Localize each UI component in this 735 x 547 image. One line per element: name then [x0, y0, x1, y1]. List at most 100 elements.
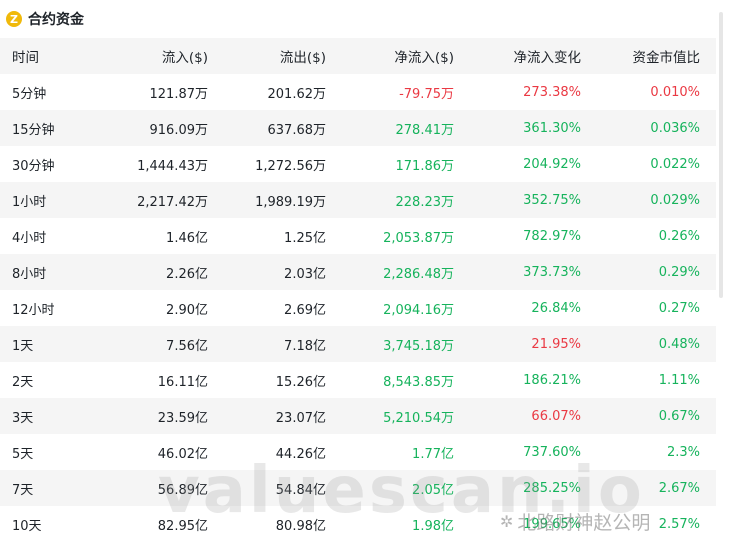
- cell-mcap-ratio: 0.010%: [650, 84, 700, 100]
- cell-inflow: 7.56亿: [166, 338, 208, 354]
- cell-outflow: 80.98亿: [275, 518, 326, 534]
- cell-net-inflow: 2,286.48万: [383, 266, 454, 282]
- cell-outflow: 2.69亿: [284, 302, 326, 318]
- column-header-inflow[interactable]: 流入($): [90, 46, 208, 66]
- cell-net-change: 361.30%: [523, 120, 581, 136]
- table-body: 5分钟 121.87万 201.62万 -79.75万 273.38% 0.010% 15分…: [0, 74, 716, 542]
- cell-inflow: 2.90亿: [166, 302, 208, 318]
- cell-mcap-ratio: 2.57%: [658, 516, 700, 532]
- cell-inflow: 46.02亿: [157, 446, 208, 462]
- cell-period: 12小时: [12, 302, 55, 318]
- cell-inflow: 56.89亿: [157, 482, 208, 498]
- cell-outflow: 2.03亿: [284, 266, 326, 282]
- table-row[interactable]: 15分钟 916.09万 637.68万 278.41万 361.30% 0.036%: [0, 110, 716, 146]
- table-row[interactable]: 5分钟 121.87万 201.62万 -79.75万 273.38% 0.010%: [0, 74, 716, 110]
- coin-logo-icon: Z: [6, 11, 22, 27]
- cell-mcap-ratio: 2.3%: [666, 444, 700, 460]
- cell-outflow: 44.26亿: [275, 446, 326, 462]
- cell-period: 4小时: [12, 230, 47, 246]
- cell-inflow: 1,444.43万: [137, 158, 208, 174]
- cell-outflow: 1,272.56万: [255, 158, 326, 174]
- section-title: 合约资金: [28, 12, 84, 28]
- table-row[interactable]: 1小时 2,217.42万 1,989.19万 228.23万 352.75% 0.029…: [0, 182, 716, 218]
- cell-outflow: 7.18亿: [284, 338, 326, 354]
- table-row[interactable]: 30分钟 1,444.43万 1,272.56万 171.86万 204.92% 0.02…: [0, 146, 716, 182]
- cell-net-change: 352.75%: [523, 192, 581, 208]
- cell-mcap-ratio: 0.022%: [650, 156, 700, 172]
- cell-mcap-ratio: 0.27%: [658, 300, 700, 316]
- column-header-time[interactable]: 时间: [0, 46, 90, 66]
- cell-net-change: 285.25%: [523, 480, 581, 496]
- column-header-net-change[interactable]: 净流入变化: [454, 46, 582, 66]
- cell-inflow: 1.46亿: [166, 230, 208, 246]
- cell-inflow: 121.87万: [149, 86, 209, 102]
- cell-period: 15分钟: [12, 122, 55, 138]
- cell-inflow: 2,217.42万: [137, 194, 208, 210]
- table-header-row: 时间 流入($) 流出($) 净流入($) 净流入变化 资金市值比: [0, 38, 716, 74]
- cell-period: 1天: [12, 338, 34, 354]
- table-row[interactable]: 3天 23.59亿 23.07亿 5,210.54万 66.07% 0.67%: [0, 398, 716, 434]
- cell-outflow: 637.68万: [267, 122, 327, 138]
- cell-period: 1小时: [12, 194, 47, 210]
- fund-flow-table: 时间 流入($) 流出($) 净流入($) 净流入变化 资金市值比 5分钟 121…: [0, 38, 716, 542]
- table-row[interactable]: 1天 7.56亿 7.18亿 3,745.18万 21.95% 0.48%: [0, 326, 716, 362]
- cell-outflow: 1.25亿: [284, 230, 326, 246]
- cell-net-change: 66.07%: [531, 408, 581, 424]
- cell-inflow: 82.95亿: [157, 518, 208, 534]
- cell-inflow: 2.26亿: [166, 266, 208, 282]
- cell-mcap-ratio: 1.11%: [658, 372, 700, 388]
- cell-net-inflow: 5,210.54万: [383, 410, 454, 426]
- cell-outflow: 15.26亿: [275, 374, 326, 390]
- cell-period: 8小时: [12, 266, 47, 282]
- cell-net-change: 373.73%: [523, 264, 581, 280]
- table-row[interactable]: 12小时 2.90亿 2.69亿 2,094.16万 26.84% 0.27%: [0, 290, 716, 326]
- cell-mcap-ratio: 0.26%: [658, 228, 700, 244]
- cell-inflow: 23.59亿: [157, 410, 208, 426]
- cell-net-inflow: 1.98亿: [412, 518, 454, 534]
- cell-period: 2天: [12, 374, 34, 390]
- cell-outflow: 201.62万: [267, 86, 327, 102]
- cell-outflow: 1,989.19万: [255, 194, 326, 210]
- cell-mcap-ratio: 0.48%: [658, 336, 700, 352]
- table-row[interactable]: 2天 16.11亿 15.26亿 8,543.85万 186.21% 1.11%: [0, 362, 716, 398]
- cell-mcap-ratio: 2.67%: [658, 480, 700, 496]
- table-row[interactable]: 7天 56.89亿 54.84亿 2.05亿 285.25% 2.67%: [0, 470, 716, 506]
- cell-period: 5分钟: [12, 86, 47, 102]
- cell-mcap-ratio: 0.036%: [650, 120, 700, 136]
- cell-net-change: 199.65%: [523, 516, 581, 532]
- table-row[interactable]: 10天 82.95亿 80.98亿 1.98亿 199.65% 2.57%: [0, 506, 716, 542]
- cell-net-inflow: 8,543.85万: [383, 374, 454, 390]
- cell-net-inflow: -79.75万: [399, 86, 454, 102]
- cell-net-inflow: 278.41万: [395, 122, 455, 138]
- cell-outflow: 23.07亿: [275, 410, 326, 426]
- cell-inflow: 916.09万: [149, 122, 209, 138]
- cell-net-change: 737.60%: [523, 444, 581, 460]
- cell-period: 5天: [12, 446, 34, 462]
- cell-net-inflow: 1.77亿: [412, 446, 454, 462]
- cell-net-inflow: 2,094.16万: [383, 302, 454, 318]
- cell-period: 7天: [12, 482, 34, 498]
- cell-inflow: 16.11亿: [157, 374, 208, 390]
- column-header-outflow[interactable]: 流出($): [208, 46, 326, 66]
- cell-mcap-ratio: 0.67%: [658, 408, 700, 424]
- table-row[interactable]: 4小时 1.46亿 1.25亿 2,053.87万 782.97% 0.26%: [0, 218, 716, 254]
- cell-net-inflow: 171.86万: [395, 158, 455, 174]
- section-header: Z 合约资金: [6, 8, 84, 30]
- cell-net-inflow: 3,745.18万: [383, 338, 454, 354]
- column-header-mcap-ratio[interactable]: 资金市值比: [581, 46, 708, 66]
- cell-net-inflow: 2.05亿: [412, 482, 454, 498]
- cell-period: 10天: [12, 518, 42, 534]
- cell-net-inflow: 2,053.87万: [383, 230, 454, 246]
- cell-net-change: 186.21%: [523, 372, 581, 388]
- cell-period: 3天: [12, 410, 34, 426]
- cell-net-change: 782.97%: [523, 228, 581, 244]
- table-row[interactable]: 5天 46.02亿 44.26亿 1.77亿 737.60% 2.3%: [0, 434, 716, 470]
- cell-net-change: 204.92%: [523, 156, 581, 172]
- table-row[interactable]: 8小时 2.26亿 2.03亿 2,286.48万 373.73% 0.29%: [0, 254, 716, 290]
- cell-net-change: 273.38%: [523, 84, 581, 100]
- cell-outflow: 54.84亿: [275, 482, 326, 498]
- vertical-scrollbar[interactable]: [719, 12, 723, 298]
- cell-mcap-ratio: 0.29%: [658, 264, 700, 280]
- cell-net-inflow: 228.23万: [395, 194, 455, 210]
- column-header-net-inflow[interactable]: 净流入($): [326, 46, 454, 66]
